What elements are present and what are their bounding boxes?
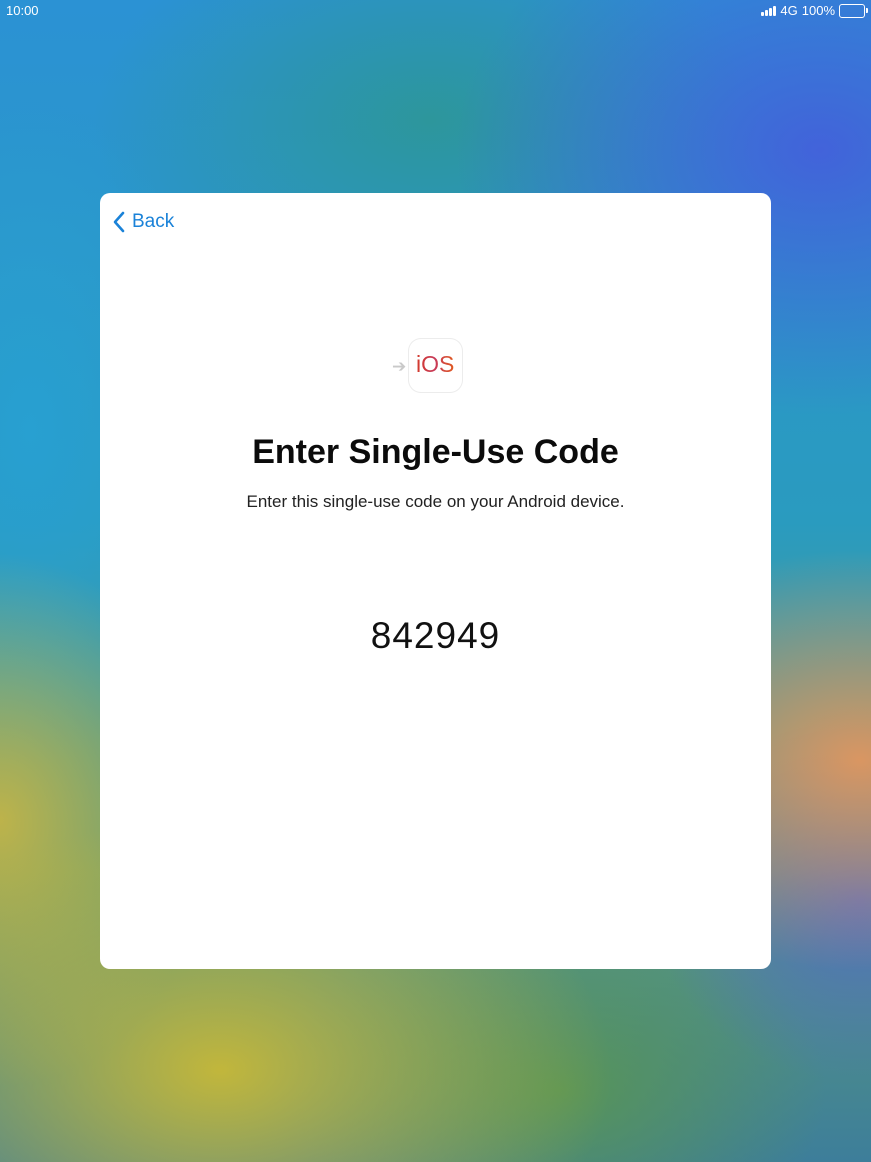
status-time: 10:00 bbox=[6, 3, 39, 18]
single-use-code-dialog: Back ➔ iOS Enter Single-Use Code Enter t… bbox=[100, 193, 771, 969]
battery-icon bbox=[839, 3, 868, 18]
back-button[interactable]: Back bbox=[112, 211, 174, 233]
status-indicators: 4G 100% bbox=[761, 3, 868, 18]
arrow-right-icon: ➔ bbox=[392, 357, 407, 376]
app-icon-text: iOS bbox=[416, 351, 455, 377]
page-title: Enter Single-Use Code bbox=[252, 433, 619, 471]
single-use-code: 842949 bbox=[370, 615, 501, 656]
network-label: 4G bbox=[780, 3, 798, 18]
back-label: Back bbox=[132, 211, 175, 232]
page-subtitle: Enter this single-use code on your Andro… bbox=[246, 492, 625, 511]
battery-percentage: 100% bbox=[801, 3, 835, 18]
chevron-left-icon bbox=[113, 211, 125, 233]
status-bar: 10:00 4G 100% bbox=[0, 0, 871, 22]
move-to-ios-app-icon: ➔ iOS bbox=[392, 339, 462, 392]
signal-icon bbox=[761, 5, 777, 16]
